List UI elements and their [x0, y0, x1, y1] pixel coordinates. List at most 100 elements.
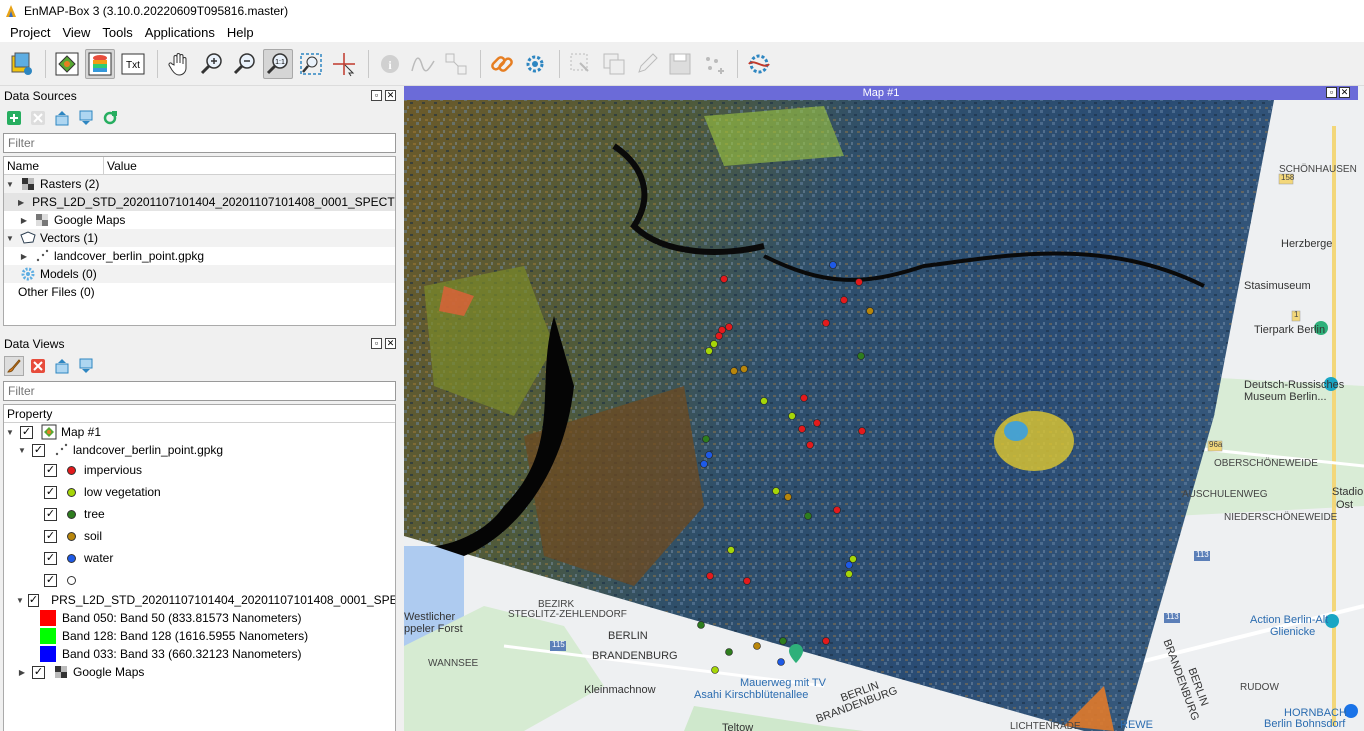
- collapse-all-button[interactable]: [76, 356, 96, 376]
- map-view[interactable]: Map #1 ▫ ✕ SCHÖNHAUSEN Herzberge Stasimus…: [404, 86, 1364, 731]
- collapse-arrow-icon[interactable]: ▼: [16, 594, 24, 606]
- data-views-filter[interactable]: [3, 381, 396, 401]
- float-dock-button[interactable]: ▫: [371, 90, 382, 101]
- edit-button[interactable]: [632, 49, 662, 79]
- collapse-arrow-icon[interactable]: ▼: [4, 178, 16, 190]
- class-item[interactable]: ✓ impervious: [4, 459, 395, 481]
- raster-layer-item[interactable]: ▼ ✓ PRS_L2D_STD_20201107101404_202011071…: [4, 591, 395, 609]
- float-map-button[interactable]: ▫: [1326, 87, 1337, 98]
- band-item[interactable]: Band 128: Band 128 (1616.5955 Nanometers…: [4, 627, 395, 645]
- save-edits-button[interactable]: [665, 49, 695, 79]
- class-item[interactable]: ✓ water: [4, 547, 395, 569]
- band-label: Band 050: Band 50 (833.81573 Nanometers): [62, 611, 302, 625]
- class-checkbox[interactable]: ✓: [44, 507, 57, 521]
- zoom-full-extent-button[interactable]: [296, 49, 326, 79]
- models-group[interactable]: Models (0): [4, 265, 395, 283]
- new-text-view-button[interactable]: Txt: [118, 49, 148, 79]
- layer-checkbox[interactable]: ✓: [32, 665, 45, 679]
- expand-icon: [55, 111, 69, 126]
- close-map-button[interactable]: ✕: [1339, 87, 1350, 98]
- class-checkbox[interactable]: ✓: [44, 573, 57, 587]
- float-dock-button[interactable]: ▫: [371, 338, 382, 349]
- menu-help[interactable]: Help: [221, 25, 260, 40]
- map-label: Mauerweg mit TV: [740, 677, 826, 689]
- collapse-arrow-icon[interactable]: ▼: [4, 232, 16, 244]
- remove-source-button[interactable]: [28, 108, 48, 128]
- class-item[interactable]: ✓ tree: [4, 503, 395, 525]
- collapse-all-button[interactable]: [76, 108, 96, 128]
- processing-button[interactable]: [744, 49, 774, 79]
- expand-arrow-icon[interactable]: ▶: [16, 666, 28, 678]
- menu-project[interactable]: Project: [4, 25, 56, 40]
- expand-all-button[interactable]: [52, 356, 72, 376]
- layer-checkbox[interactable]: ✓: [27, 593, 40, 607]
- class-item[interactable]: ✓ soil: [4, 525, 395, 547]
- road-number: 158: [1281, 173, 1295, 182]
- close-dock-button[interactable]: ✕: [385, 338, 396, 349]
- vector-layer-item[interactable]: ▼ ✓ landcover_berlin_point.gpkg: [4, 441, 395, 459]
- vector-layer-label: landcover_berlin_point.gpkg: [73, 443, 224, 457]
- zoom-out-button[interactable]: [230, 49, 260, 79]
- svg-text:1:1: 1:1: [275, 59, 285, 66]
- select-features-button[interactable]: [566, 49, 596, 79]
- class-color-dot: [67, 509, 76, 519]
- band-item[interactable]: Band 050: Band 50 (833.81573 Nanometers): [4, 609, 395, 627]
- crosshair-icon: [333, 52, 355, 76]
- vector-item[interactable]: ▶ landcover_berlin_point.gpkg: [4, 247, 395, 265]
- class-item[interactable]: ✓: [4, 569, 395, 591]
- zoom-full-extent-icon: [300, 52, 322, 75]
- class-checkbox[interactable]: ✓: [44, 529, 57, 543]
- link-views-button[interactable]: [487, 49, 517, 79]
- class-item[interactable]: ✓ low vegetation: [4, 481, 395, 503]
- class-checkbox[interactable]: ✓: [44, 551, 57, 565]
- collapse-arrow-icon[interactable]: ▼: [16, 444, 28, 456]
- close-dock-button[interactable]: ✕: [385, 90, 396, 101]
- expand-arrow-icon[interactable]: ▶: [18, 196, 24, 208]
- expand-all-button[interactable]: [52, 108, 72, 128]
- new-spectral-library-button[interactable]: [85, 48, 115, 79]
- raster-item[interactable]: ▶ PRS_L2D_STD_20201107101404_20201107101…: [4, 193, 395, 211]
- menu-view[interactable]: View: [56, 25, 96, 40]
- map-canvas[interactable]: [404, 86, 1364, 731]
- new-map-button[interactable]: [52, 49, 82, 79]
- map-checkbox[interactable]: ✓: [20, 425, 33, 439]
- zoom-in-button[interactable]: [197, 49, 227, 79]
- data-sources-filter[interactable]: [3, 133, 396, 153]
- rasters-group[interactable]: ▼ Rasters (2): [4, 175, 395, 193]
- class-checkbox[interactable]: ✓: [44, 485, 57, 499]
- map-label: Herzberge: [1281, 238, 1333, 250]
- raster-item[interactable]: ▶ Google Maps: [4, 211, 395, 229]
- class-checkbox[interactable]: ✓: [44, 463, 57, 477]
- pan-button[interactable]: [164, 49, 194, 79]
- settings-button[interactable]: [520, 49, 550, 79]
- crosshair-button[interactable]: [329, 49, 359, 79]
- map-label: Map #1: [61, 425, 102, 439]
- style-layer-button[interactable]: [4, 356, 24, 376]
- google-layer-item[interactable]: ▶ ✓ Google Maps: [4, 663, 395, 681]
- menu-applications[interactable]: Applications: [139, 25, 221, 40]
- expand-arrow-icon[interactable]: ▶: [18, 214, 30, 226]
- collapse-icon: [79, 358, 93, 373]
- menu-tools[interactable]: Tools: [96, 25, 138, 40]
- vectors-group[interactable]: ▼ Vectors (1): [4, 229, 395, 247]
- road-number: 115: [552, 640, 565, 649]
- add-feature-button[interactable]: [698, 49, 728, 79]
- remove-view-button[interactable]: [28, 356, 48, 376]
- deselect-features-button[interactable]: [599, 49, 629, 79]
- map-label: Asahi Kirschblütenallee: [694, 689, 809, 701]
- other-files-group[interactable]: Other Files (0): [4, 283, 395, 301]
- map-view-item[interactable]: ▼ ✓ Map #1: [4, 423, 395, 441]
- refresh-icon: [103, 111, 117, 125]
- collapse-arrow-icon[interactable]: ▼: [4, 426, 16, 438]
- add-data-button[interactable]: [6, 49, 36, 79]
- refresh-sources-button[interactable]: [100, 108, 120, 128]
- expand-arrow-icon[interactable]: ▶: [18, 250, 30, 262]
- spectral-profile-button[interactable]: [408, 49, 438, 79]
- map-label: OBERSCHÖNEWEIDE: [1214, 458, 1318, 469]
- zoom-native-button[interactable]: 1:1: [263, 48, 293, 79]
- identify-button[interactable]: i: [375, 49, 405, 79]
- collect-profile-button[interactable]: [441, 49, 471, 79]
- add-source-button[interactable]: [4, 108, 24, 128]
- layer-checkbox[interactable]: ✓: [32, 443, 45, 457]
- band-item[interactable]: Band 033: Band 33 (660.32123 Nanometers): [4, 645, 395, 663]
